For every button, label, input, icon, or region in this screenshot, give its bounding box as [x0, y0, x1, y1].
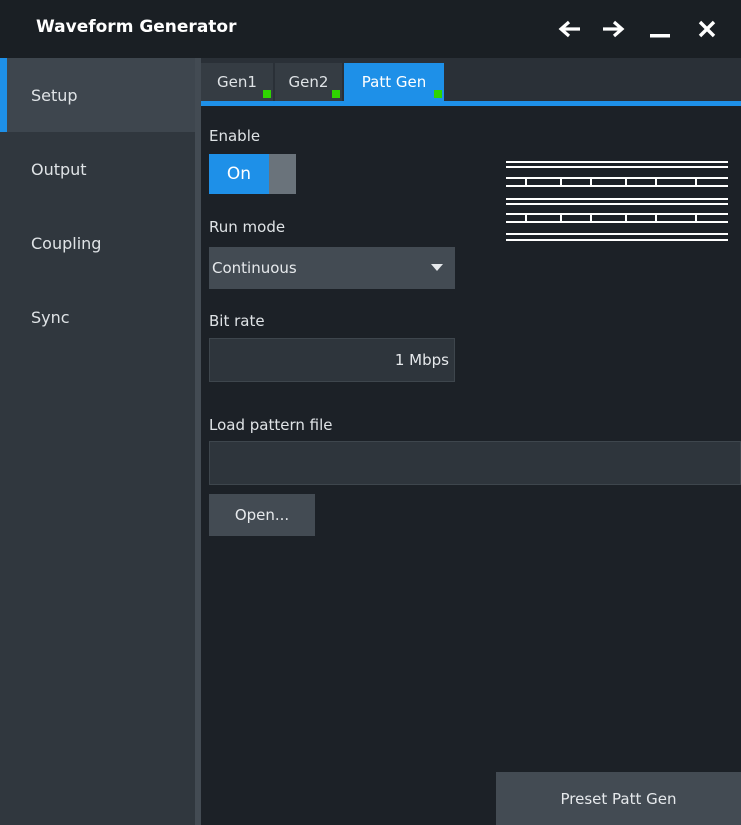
load-pattern-label: Load pattern file: [209, 416, 333, 434]
chevron-down-icon: [431, 264, 443, 271]
bit-rate-input[interactable]: 1 Mbps: [209, 338, 455, 382]
bit-rate-value: 1 Mbps: [394, 351, 449, 369]
toggle-on-state: On: [209, 154, 269, 194]
panel-divider: [195, 58, 201, 825]
sidebar-item-label: Sync: [31, 307, 70, 327]
run-mode-label: Run mode: [209, 218, 286, 236]
forward-button[interactable]: [596, 12, 630, 46]
window-title: Waveform Generator: [36, 17, 237, 37]
sidebar-item-sync[interactable]: Sync: [0, 280, 195, 354]
tab-label: Gen1: [217, 73, 257, 91]
pattern-file-input[interactable]: [209, 441, 741, 485]
bit-rate-label: Bit rate: [209, 312, 265, 330]
back-button[interactable]: [553, 12, 587, 46]
close-icon: [698, 20, 716, 38]
open-button[interactable]: Open...: [209, 494, 315, 536]
tab-gen2[interactable]: Gen2: [275, 63, 342, 101]
minimize-button[interactable]: [643, 12, 677, 46]
sidebar-item-label: Coupling: [31, 233, 102, 253]
pattern-waveform-icon: [506, 161, 728, 241]
close-button[interactable]: [690, 12, 724, 46]
sidebar-item-label: Output: [31, 159, 87, 179]
sidebar: Setup Output Coupling Sync: [0, 58, 195, 825]
tab-label: Patt Gen: [361, 73, 427, 91]
tab-gen1[interactable]: Gen1: [201, 63, 273, 101]
sidebar-item-output[interactable]: Output: [0, 132, 195, 206]
tab-patt-gen[interactable]: Patt Gen: [344, 63, 444, 101]
sidebar-item-label: Setup: [31, 85, 78, 105]
arrow-left-icon: [558, 20, 580, 38]
enable-toggle[interactable]: On: [209, 154, 296, 194]
sidebar-item-setup[interactable]: Setup: [0, 58, 195, 132]
sidebar-item-coupling[interactable]: Coupling: [0, 206, 195, 280]
preset-patt-gen-button[interactable]: Preset Patt Gen: [496, 772, 741, 825]
enable-label: Enable: [209, 127, 261, 145]
arrow-right-icon: [603, 20, 625, 38]
title-bar: Waveform Generator: [0, 0, 741, 58]
status-indicator: [332, 90, 340, 98]
status-indicator: [263, 90, 271, 98]
tab-label: Gen2: [288, 73, 329, 91]
status-indicator: [434, 90, 442, 98]
run-mode-value: Continuous: [212, 259, 297, 277]
run-mode-select[interactable]: Continuous: [209, 247, 455, 289]
toggle-knob: [269, 154, 296, 194]
tab-underline: [201, 101, 741, 106]
minimize-icon: [650, 34, 670, 38]
